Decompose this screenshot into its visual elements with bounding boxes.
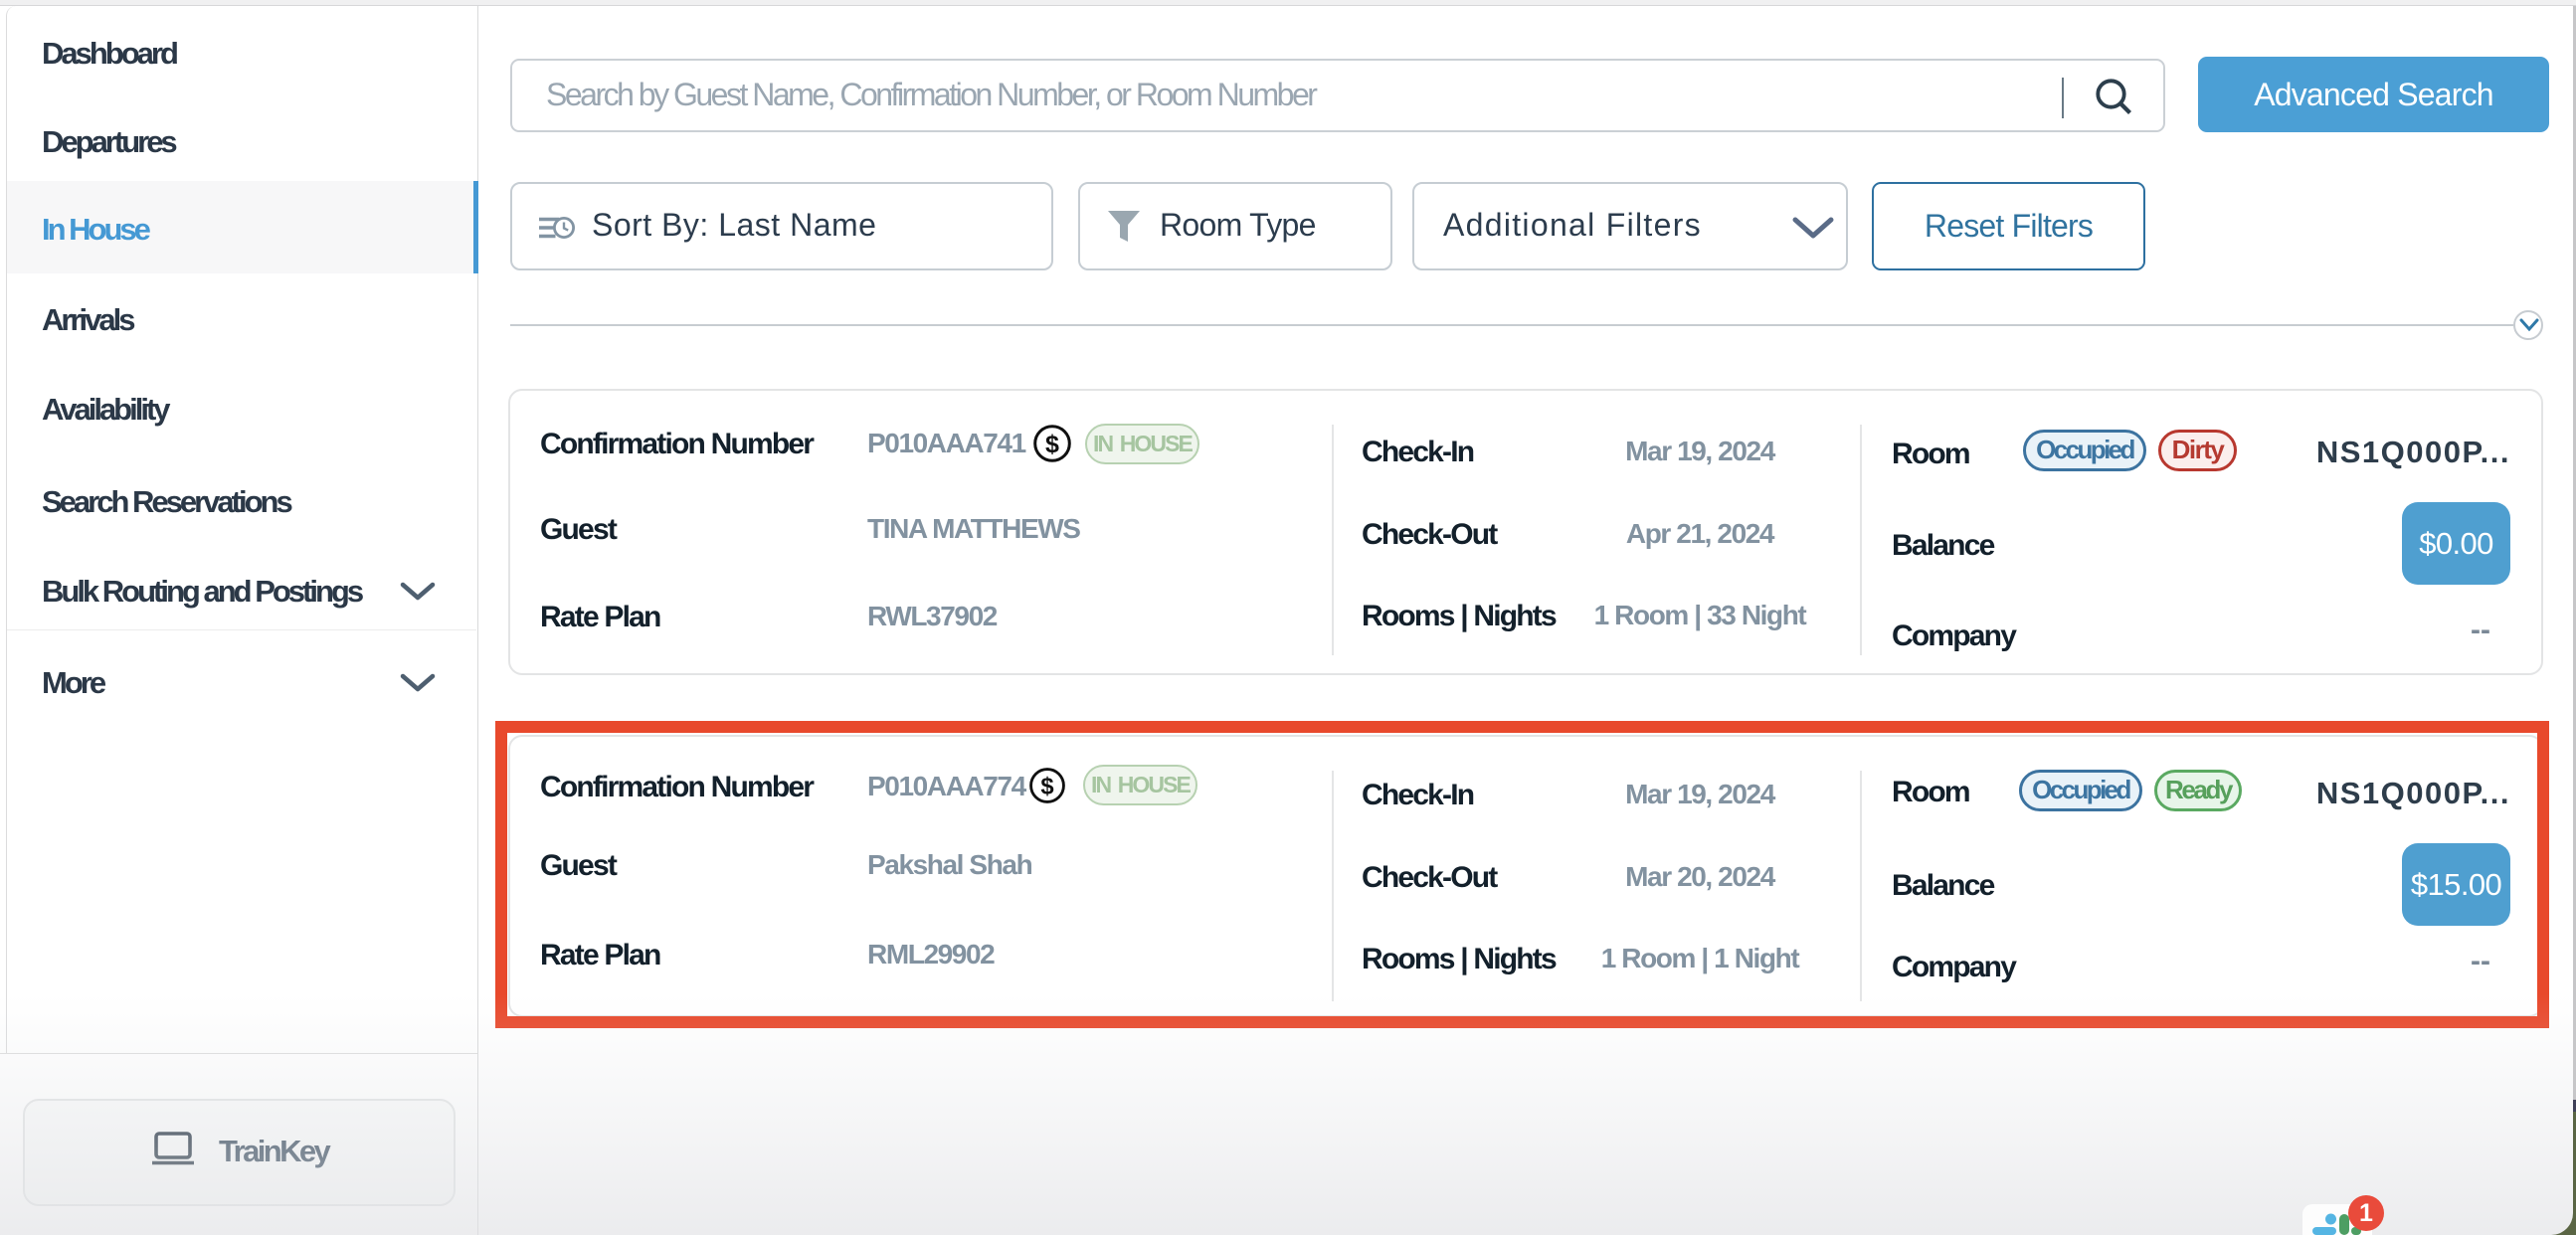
- svg-text:$: $: [1045, 431, 1059, 458]
